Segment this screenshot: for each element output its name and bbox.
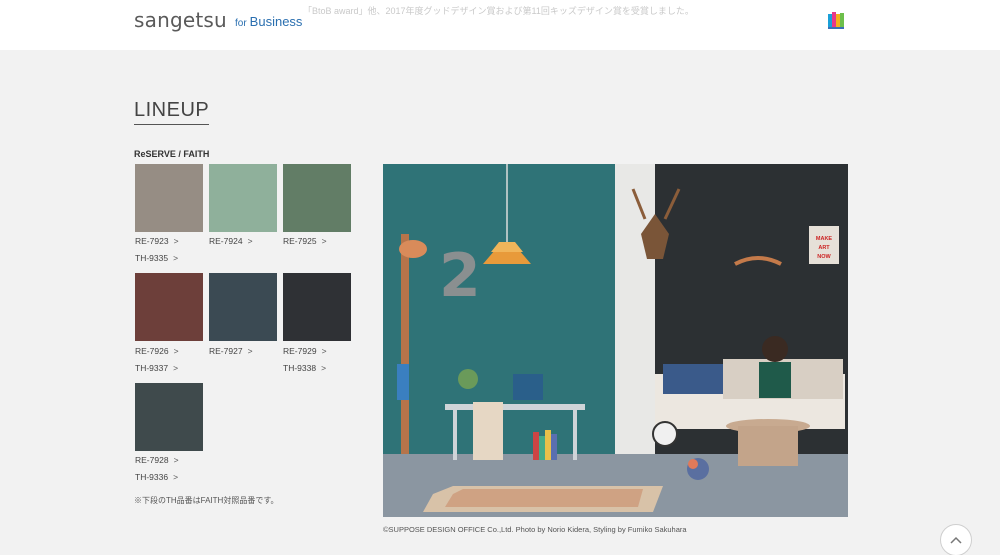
product-code-link[interactable]: TH-9338 > <box>283 363 326 373</box>
product-code-link[interactable]: RE-7928 > <box>135 455 179 465</box>
product-code-link[interactable]: TH-9335 > <box>135 253 178 263</box>
product-code-link[interactable]: TH-9336 > <box>135 472 178 482</box>
product-code-link[interactable]: RE-7926 > <box>135 346 179 356</box>
series-label: ReSERVE / FAITH <box>134 149 210 159</box>
chevron-up-icon <box>950 536 962 544</box>
faith-note: ※下段のTH品番はFAITH対照品番です。 <box>134 496 279 505</box>
room-photo-illustration: 2 MAKE ART NOW <box>383 164 848 517</box>
chevron-right-icon: > <box>247 346 253 356</box>
section-title-lineup: LINEUP <box>134 99 210 125</box>
swatch-re-7923[interactable] <box>135 164 203 232</box>
chevron-right-icon: > <box>247 236 253 246</box>
swatch-re-7924[interactable] <box>209 164 277 232</box>
chevron-right-icon: > <box>173 455 179 465</box>
scroll-to-top-button[interactable] <box>940 524 972 555</box>
product-code-link[interactable]: RE-7925 > <box>283 236 327 246</box>
header-notice: 「BtoB award」他、2017年度グッドデザイン賞および第11回キッズデザ… <box>303 6 694 16</box>
product-code-link[interactable]: RE-7929 > <box>283 346 327 356</box>
swatch-re-7927[interactable] <box>209 273 277 341</box>
chevron-right-icon: > <box>173 236 179 246</box>
product-code-link[interactable]: RE-7924 > <box>209 236 253 246</box>
swatch-re-7925[interactable] <box>283 164 351 232</box>
brand-logo[interactable]: sangetsu <box>134 8 227 32</box>
chevron-right-icon: > <box>173 253 179 263</box>
chevron-right-icon: > <box>321 346 327 356</box>
product-code-link[interactable]: RE-7923 > <box>135 236 179 246</box>
brand-for-text: for <box>235 18 247 29</box>
site-header: sangetsu for Business 「BtoB award」他、2017年… <box>0 0 1000 50</box>
swatch-re-7928[interactable] <box>135 383 203 451</box>
room-photo: 2 MAKE ART NOW <box>383 164 848 517</box>
brand-business-label[interactable]: for Business <box>235 14 302 29</box>
chevron-right-icon: > <box>173 472 179 482</box>
chevron-right-icon: > <box>321 363 327 373</box>
swatch-re-7926[interactable] <box>135 273 203 341</box>
chevron-right-icon: > <box>173 346 179 356</box>
brand-business-text: Business <box>249 14 303 29</box>
chevron-right-icon: > <box>173 363 179 373</box>
swatch-re-7929[interactable] <box>283 273 351 341</box>
product-code-link[interactable]: TH-9337 > <box>135 363 178 373</box>
book-icon[interactable] <box>826 9 848 31</box>
photo-credit: ©SUPPOSE DESIGN OFFICE Co.,Ltd. Photo by… <box>383 525 687 534</box>
product-code-link[interactable]: RE-7927 > <box>209 346 253 356</box>
wall-number: 2 <box>439 241 481 311</box>
chevron-right-icon: > <box>321 236 327 246</box>
